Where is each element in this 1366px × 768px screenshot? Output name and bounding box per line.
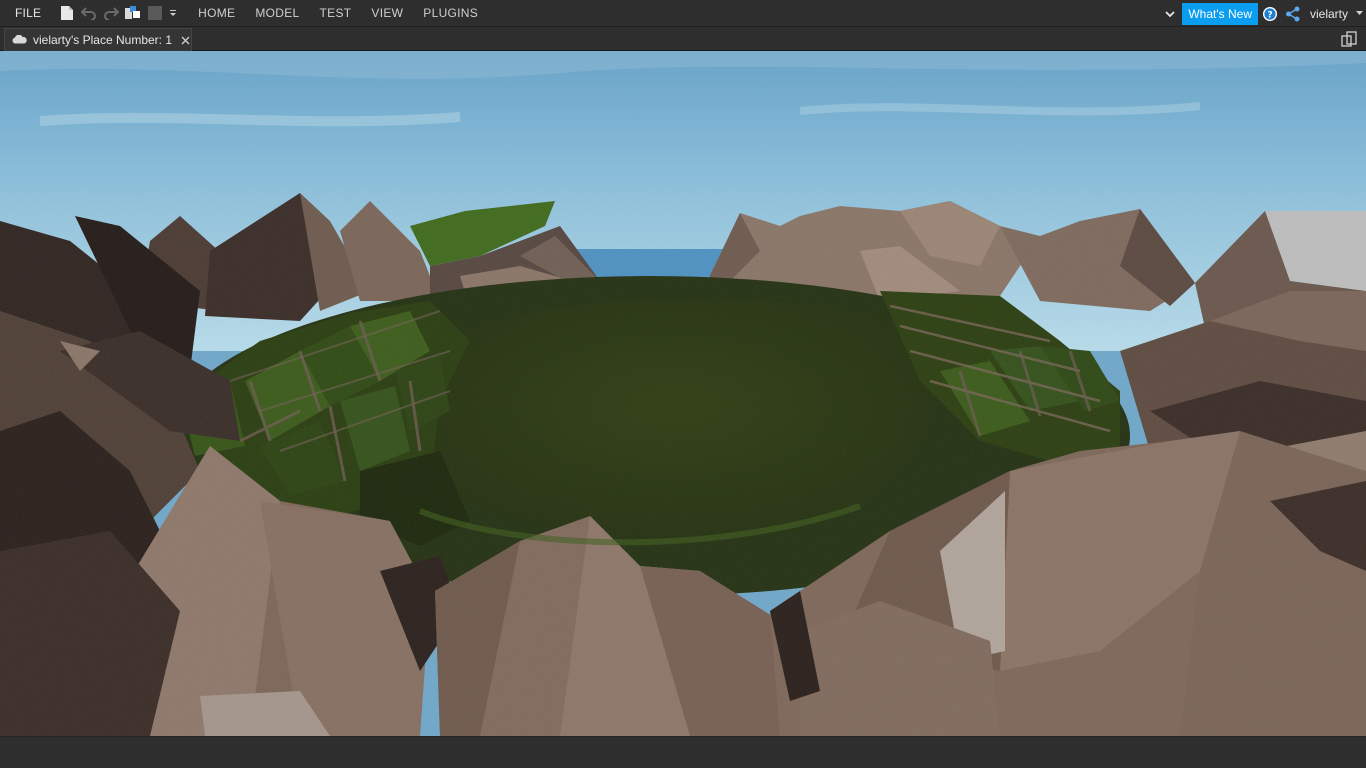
share-icon[interactable] — [1282, 3, 1304, 25]
chevron-down-icon[interactable] — [1160, 0, 1180, 27]
topbar-right: What's New ? vielarty — [1160, 0, 1366, 27]
cloud-icon — [12, 31, 27, 49]
help-icon[interactable]: ? — [1259, 3, 1281, 25]
new-file-icon[interactable] — [56, 2, 78, 24]
undo-icon[interactable] — [78, 2, 100, 24]
3d-viewport[interactable] — [0, 51, 1366, 736]
customize-icon[interactable] — [166, 2, 180, 24]
status-bar — [0, 736, 1366, 768]
tab-plugins[interactable]: PLUGINS — [413, 0, 488, 27]
file-menu[interactable]: FILE — [0, 0, 56, 27]
tab-home[interactable]: HOME — [188, 0, 245, 27]
document-tab[interactable]: vielarty's Place Number: 1 — [4, 28, 192, 51]
document-tab-label: vielarty's Place Number: 1 — [33, 33, 173, 47]
square-icon[interactable] — [144, 2, 166, 24]
group-icon[interactable] — [122, 2, 144, 24]
ribbon-tabs: HOME MODEL TEST VIEW PLUGINS — [188, 0, 488, 27]
quick-access-toolbar — [56, 0, 180, 27]
ribbon-bar: FILE HOME MODEL TEST VIEW PLUGINS What's… — [0, 0, 1366, 27]
tab-test[interactable]: TEST — [310, 0, 362, 27]
user-menu[interactable]: vielarty — [1304, 0, 1352, 27]
terrain-scene — [0, 51, 1366, 736]
tab-model[interactable]: MODEL — [245, 0, 309, 27]
caret-down-icon[interactable] — [1352, 0, 1366, 27]
studio-window: FILE HOME MODEL TEST VIEW PLUGINS What's… — [0, 0, 1366, 768]
close-icon[interactable] — [179, 34, 191, 46]
redo-icon[interactable] — [100, 2, 122, 24]
tab-view[interactable]: VIEW — [361, 0, 413, 27]
device-emulator-icon[interactable] — [1338, 29, 1360, 49]
document-tab-bar: vielarty's Place Number: 1 — [0, 27, 1366, 51]
svg-text:?: ? — [1267, 10, 1272, 20]
whats-new-button[interactable]: What's New — [1182, 2, 1258, 25]
